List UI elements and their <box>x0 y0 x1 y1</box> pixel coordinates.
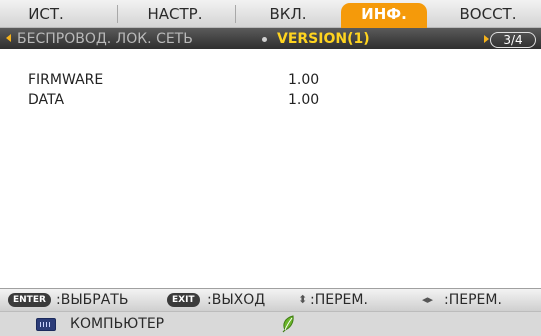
page-indicator: 3/4 <box>490 32 536 48</box>
info-label: FIRMWARE <box>28 72 104 88</box>
tab-divider <box>117 5 118 23</box>
enter-key-icon: ENTER <box>8 293 51 307</box>
info-value: 1.00 <box>288 72 320 88</box>
tab-info[interactable]: ИНФ. <box>341 3 427 28</box>
bullet-icon <box>262 37 267 42</box>
eco-leaf-icon <box>282 315 294 333</box>
source-name: КОМПЬЮТЕР <box>70 316 165 332</box>
select-hint: :ВЫБРАТЬ <box>56 292 129 308</box>
exit-hint: :ВЫХОД <box>207 292 266 308</box>
next-page-arrow-icon[interactable] <box>484 35 489 43</box>
tab-divider <box>235 5 236 23</box>
info-value: 1.00 <box>288 92 320 108</box>
left-right-arrows-icon: ◂▸ <box>422 293 434 306</box>
tab-bar: ИСТ. НАСТР. ВКЛ. ИНФ. ВОССТ. <box>0 0 541 28</box>
info-label: DATA <box>28 92 65 108</box>
subtab-version[interactable]: VERSION(1) <box>277 29 370 49</box>
subtab-wireless-lan[interactable]: БЕСПРОВОД. ЛОК. СЕТЬ <box>17 29 193 49</box>
info-panel: FIRMWARE 1.00 DATA 1.00 <box>0 49 541 287</box>
tab-reset[interactable]: ВОССТ. <box>443 0 533 27</box>
tab-setup[interactable]: НАСТР. <box>130 0 220 27</box>
tab-on[interactable]: ВКЛ. <box>248 0 328 27</box>
up-down-arrows-icon: ⬍ <box>298 293 308 306</box>
move-horizontal-hint: :ПЕРЕМ. <box>444 292 502 308</box>
key-hint-bar: ENTER :ВЫБРАТЬ EXIT :ВЫХОД ⬍ :ПЕРЕМ. ◂▸ … <box>0 288 541 311</box>
source-bar: КОМПЬЮТЕР <box>0 311 541 336</box>
move-vertical-hint: :ПЕРЕМ. <box>310 292 368 308</box>
previous-page-arrow-icon[interactable] <box>6 34 11 42</box>
exit-key-icon: EXIT <box>167 293 200 307</box>
projector-menu: ИСТ. НАСТР. ВКЛ. ИНФ. ВОССТ. БЕСПРОВОД. … <box>0 0 541 336</box>
computer-input-icon <box>36 318 56 331</box>
subtab-bar: БЕСПРОВОД. ЛОК. СЕТЬ VERSION(1) 3/4 <box>0 28 541 49</box>
tab-source[interactable]: ИСТ. <box>16 0 76 27</box>
